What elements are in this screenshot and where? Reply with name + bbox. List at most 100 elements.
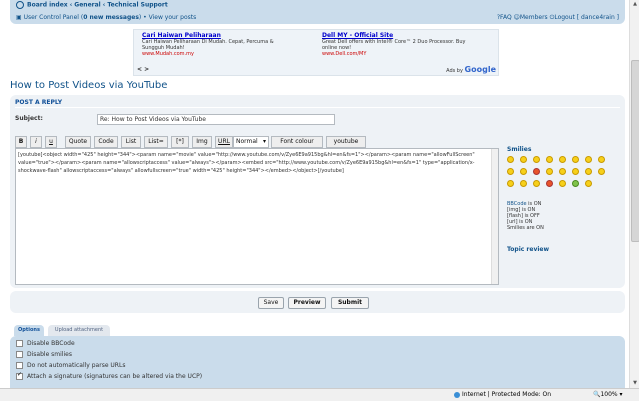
list-item-button[interactable]: [*] bbox=[171, 136, 189, 148]
youtube-button[interactable]: youtube bbox=[326, 136, 366, 148]
smiley-icon[interactable] bbox=[598, 156, 605, 163]
smiley-icon[interactable] bbox=[559, 168, 566, 175]
smilies-heading: Smilies bbox=[507, 146, 532, 153]
page-scrollbar[interactable]: ▲ ▼ bbox=[629, 0, 639, 388]
zoom-level[interactable]: 🔍100% ▾ bbox=[593, 389, 623, 401]
bbcode-status: BBCode is ON [img] is ON [flash] is OFF … bbox=[507, 201, 544, 231]
ad-item[interactable]: Cari Haiwan Peliharaan Cari Haiwan Pelih… bbox=[142, 32, 292, 57]
tab-upload-attachment[interactable]: Upload attachment bbox=[48, 325, 110, 336]
list-button[interactable]: List bbox=[121, 136, 141, 148]
save-button[interactable]: Save bbox=[258, 297, 284, 309]
smiley-icon[interactable] bbox=[572, 168, 579, 175]
scroll-up-icon[interactable]: ▲ bbox=[632, 1, 638, 7]
breadcrumb[interactable]: Board index ‹ General ‹ Technical Suppor… bbox=[16, 1, 168, 9]
checkbox[interactable] bbox=[16, 340, 23, 347]
section-title: POST A REPLY bbox=[15, 99, 63, 106]
ads-by-google[interactable]: Ads by Google bbox=[446, 65, 496, 74]
user-links: ▣ User Control Panel (0 new messages) • … bbox=[16, 14, 196, 21]
checkbox[interactable] bbox=[16, 362, 23, 369]
members-link[interactable]: Members bbox=[520, 14, 548, 21]
smiley-icon[interactable] bbox=[520, 180, 527, 187]
header-links: ?FAQ ☺Members ⏻Logout [ dance4rain ] bbox=[497, 14, 619, 22]
smiley-icon[interactable] bbox=[598, 168, 605, 175]
view-posts-link[interactable]: View your posts bbox=[149, 14, 197, 21]
posting-sidebar: Smilies BBCode is ON [img] is ON [flash]… bbox=[507, 146, 619, 286]
smiley-icon[interactable] bbox=[559, 180, 566, 187]
smiley-icon[interactable] bbox=[572, 180, 579, 187]
font-colour-button[interactable]: Font colour bbox=[271, 136, 323, 148]
home-icon bbox=[16, 1, 24, 9]
ucp-link[interactable]: User Control Panel ( bbox=[24, 14, 84, 21]
smiley-icon[interactable] bbox=[546, 156, 553, 163]
url-button[interactable]: URL bbox=[215, 136, 233, 148]
ad-banner: Cari Haiwan Peliharaan Cari Haiwan Pelih… bbox=[133, 29, 499, 76]
font-size-select[interactable]: Normal ▾ bbox=[233, 136, 269, 148]
smiley-icon[interactable] bbox=[585, 180, 592, 187]
smiley-icon[interactable] bbox=[520, 168, 527, 175]
chevron-down-icon: ▾ bbox=[262, 138, 266, 145]
globe-icon bbox=[454, 391, 460, 398]
message-text: [youtube]<object width="425" height="344… bbox=[18, 152, 475, 174]
smiley-icon[interactable] bbox=[533, 156, 540, 163]
ucp-close: ) bbox=[138, 14, 142, 21]
separator: • bbox=[143, 14, 147, 21]
browser-status-bar: Internet | Protected Mode: On 🔍100% ▾ bbox=[0, 388, 639, 401]
smiley-icon[interactable] bbox=[507, 180, 514, 187]
page-title: How to Post Videos via YouTube bbox=[10, 80, 168, 91]
bold-button[interactable]: B bbox=[15, 136, 27, 148]
smiley-icon[interactable] bbox=[533, 180, 540, 187]
smiley-icon[interactable] bbox=[507, 156, 514, 163]
option-no-parse-urls[interactable]: Do not automatically parse URLs bbox=[16, 362, 125, 370]
option-disable-bbcode[interactable]: Disable BBCode bbox=[16, 340, 75, 348]
checkbox[interactable] bbox=[16, 351, 23, 358]
message-textarea[interactable]: [youtube]<object width="425" height="344… bbox=[15, 148, 499, 285]
faq-link[interactable]: FAQ bbox=[500, 14, 512, 21]
underline-button[interactable]: u bbox=[45, 136, 57, 148]
ad-title[interactable]: Dell MY - Official Site bbox=[322, 32, 472, 39]
ad-url[interactable]: www.Mudah.com.my bbox=[142, 51, 292, 57]
preview-button[interactable]: Preview bbox=[288, 297, 326, 309]
ad-url[interactable]: www.Dell.com/MY bbox=[322, 51, 472, 57]
img-button[interactable]: Img bbox=[192, 136, 212, 148]
list-ordered-button[interactable]: List= bbox=[144, 136, 168, 148]
ad-description: Great Dell offers with Intel® Core™ 2 Du… bbox=[322, 39, 466, 51]
subject-input[interactable]: Re: How to Post Videos via YouTube bbox=[97, 114, 335, 125]
tab-options[interactable]: Options bbox=[14, 325, 44, 336]
smilies-status: Smilies are ON bbox=[507, 225, 544, 231]
textarea-scrollbar[interactable] bbox=[491, 149, 498, 284]
scrollbar-thumb[interactable] bbox=[631, 60, 639, 242]
submit-button[interactable]: Submit bbox=[331, 297, 369, 309]
scroll-down-icon[interactable]: ▼ bbox=[632, 380, 638, 386]
smiley-icon[interactable] bbox=[507, 168, 514, 175]
option-disable-smilies[interactable]: Disable smilies bbox=[16, 351, 72, 359]
new-messages-link[interactable]: 0 new messages bbox=[83, 14, 139, 21]
checkbox-checked[interactable] bbox=[16, 371, 23, 380]
options-panel: Disable BBCode Disable smilies Do not au… bbox=[10, 336, 625, 388]
option-attach-signature[interactable]: Attach a signature (signatures can be al… bbox=[16, 371, 202, 381]
smiley-icon[interactable] bbox=[585, 156, 592, 163]
smiley-icon[interactable] bbox=[572, 156, 579, 163]
smiley-icon[interactable] bbox=[585, 168, 592, 175]
post-reply-panel: POST A REPLY Subject: Re: How to Post Vi… bbox=[10, 95, 625, 288]
smiley-icon[interactable] bbox=[533, 168, 540, 175]
smiley-icon[interactable] bbox=[546, 168, 553, 175]
subject-label: Subject: bbox=[15, 115, 43, 122]
ucp-icon: ▣ bbox=[16, 14, 22, 21]
submit-bar: Save Preview Submit bbox=[10, 291, 625, 313]
ad-title[interactable]: Cari Haiwan Peliharaan bbox=[142, 32, 292, 39]
ad-item[interactable]: Dell MY - Official Site Great Dell offer… bbox=[322, 32, 472, 57]
topic-review-link[interactable]: Topic review bbox=[507, 246, 549, 253]
ad-nav-arrows[interactable]: < > bbox=[137, 66, 149, 73]
logout-link[interactable]: Logout [ dance4rain ] bbox=[554, 14, 619, 21]
security-zone[interactable]: Internet | Protected Mode: On bbox=[454, 389, 551, 401]
nav-bar: Board index ‹ General ‹ Technical Suppor… bbox=[10, 0, 625, 24]
google-logo: Google bbox=[464, 65, 496, 74]
ad-description: Cari Haiwan Peliharaan Di Mudah. Cepat, … bbox=[142, 39, 274, 51]
divider bbox=[15, 107, 620, 108]
smiley-icon[interactable] bbox=[546, 180, 553, 187]
smiley-icon[interactable] bbox=[520, 156, 527, 163]
code-button[interactable]: Code bbox=[94, 136, 118, 148]
italic-button[interactable]: i bbox=[30, 136, 42, 148]
smiley-icon[interactable] bbox=[559, 156, 566, 163]
quote-button[interactable]: Quote bbox=[65, 136, 91, 148]
